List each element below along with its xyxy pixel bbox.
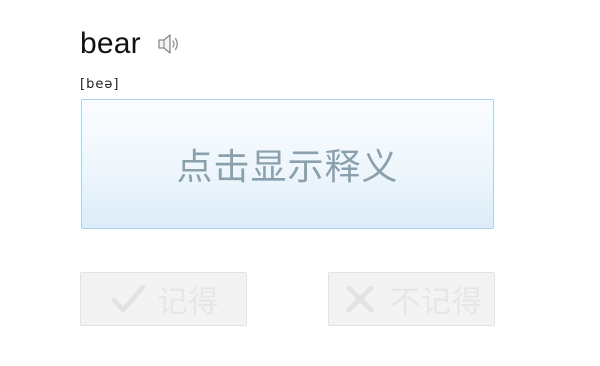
forget-button[interactable]: 不记得: [328, 272, 495, 326]
word-text: bear: [80, 27, 141, 60]
remember-label: 记得: [157, 285, 220, 320]
phonetic-text: [beə]: [80, 77, 120, 92]
speaker-icon[interactable]: [155, 31, 181, 57]
check-icon: [108, 279, 148, 319]
reveal-definition-label: 点击显示释义: [176, 147, 399, 188]
cross-icon: [340, 279, 380, 319]
remember-button[interactable]: 记得: [80, 272, 247, 326]
word-header: bear: [80, 24, 181, 64]
reveal-definition-button[interactable]: 点击显示释义: [81, 99, 494, 229]
forget-label: 不记得: [390, 285, 483, 320]
